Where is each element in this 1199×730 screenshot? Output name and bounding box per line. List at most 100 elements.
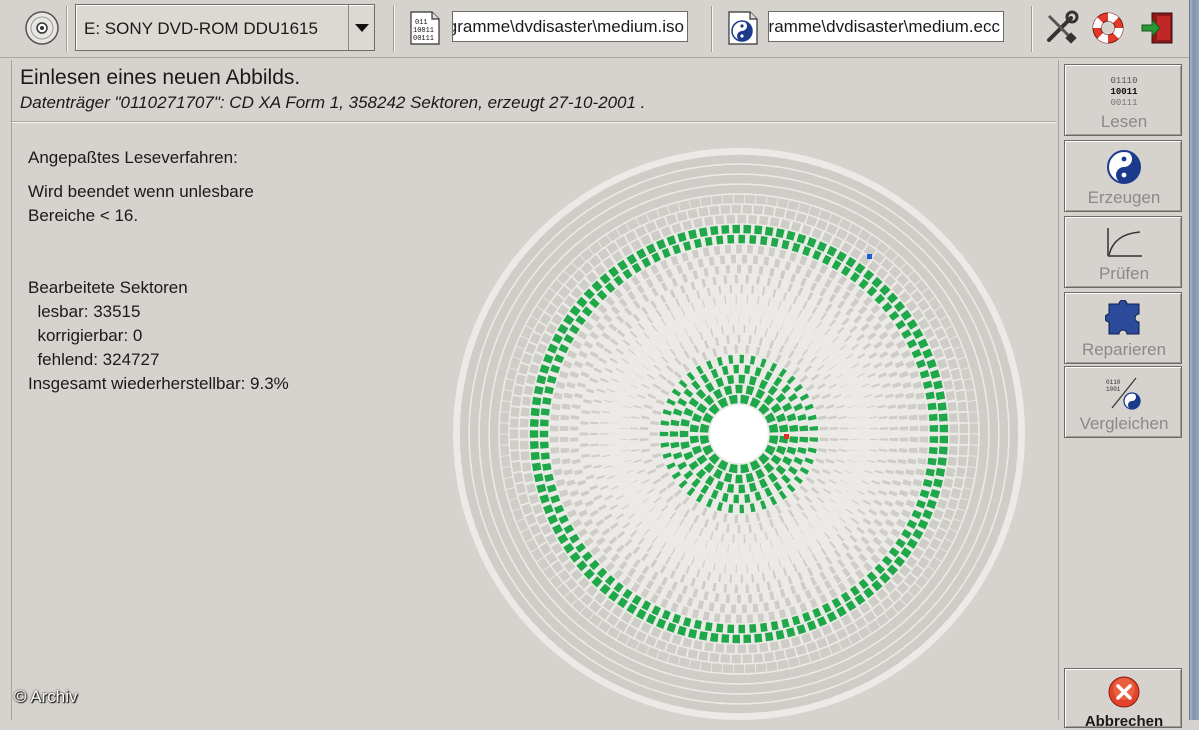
sector-block [590,433,598,435]
sector-block [734,515,738,524]
sector-block [775,650,786,660]
sector-block [880,438,888,440]
sector-block [721,225,729,234]
sector-block [959,413,968,423]
image-file-field[interactable]: C:\Programme\dvdisaster\medium.iso [452,11,688,42]
sector-block [550,426,559,432]
sector-block [739,375,746,384]
sector-block [532,397,542,406]
sector-block [753,255,759,264]
sector-block [978,401,988,413]
sector-block [741,285,743,293]
sector-block [950,435,959,444]
repair-button[interactable]: Reparieren [1064,292,1182,364]
cd-icon[interactable] [22,8,62,48]
left-frame [0,60,12,720]
create-button[interactable]: Erzeugen [1064,140,1182,212]
sector-block [709,206,719,215]
sector-block [746,694,759,703]
sector-block [500,412,509,423]
drive-select[interactable]: E: SONY DVD-ROM DDU1615 [75,4,375,51]
sector-block [736,245,742,253]
sector-block [480,434,489,446]
image-file-icon[interactable]: 011 10011 00111 [406,9,444,47]
sector-block [919,414,928,420]
sector-block [739,185,750,194]
sector-block [738,215,747,224]
sector-block [745,664,756,673]
sector-block [734,195,744,203]
puzzle-icon [1065,299,1183,339]
sector-block [714,246,721,255]
missing-sectors: fehlend: 324727 [28,348,289,372]
stop-condition-line1: Wird beendet wenn unlesbare [28,180,289,204]
sector-block [722,684,734,693]
sector-block [989,444,998,457]
sector-block [749,235,756,244]
sector-block [490,445,499,457]
sector-block [710,226,718,235]
sector-block [550,414,559,420]
sector-block [1000,422,1009,435]
sector-block [735,275,738,284]
recoverable-percentage: Insgesamt wiederherstellbar: 9.3% [28,372,289,396]
sector-block [530,441,539,449]
read-button[interactable]: 01110 10011 00111 Lesen [1064,64,1182,136]
sector-block [481,455,491,468]
sector-block [759,643,768,652]
ecc-file-field[interactable]: C:\Programme\dvdisaster\medium.ecc [768,11,1004,42]
sector-block [570,426,579,430]
sector-block [721,634,729,643]
sector-block [979,445,988,457]
sector-block [740,355,745,364]
processed-sectors-heading: Bearbeitete Sektoren [28,276,289,300]
sector-block [890,427,899,430]
sector-block [979,412,988,424]
sector-block [712,663,723,672]
svg-text:10011: 10011 [1110,87,1138,97]
sector-block [717,185,729,194]
sector-block [511,407,520,417]
sector-block [530,430,538,438]
sector-block [727,235,734,244]
sector-block [501,401,511,412]
compare-button[interactable]: 0110 1001 Vergleichen [1064,366,1182,438]
sector-block [880,427,888,429]
toolbar-separator [711,6,713,52]
ecc-file-icon[interactable] [724,9,762,47]
sector-block [766,197,777,207]
sector-block [990,434,999,446]
svg-text:10011: 10011 [413,27,434,35]
sector-block [756,663,767,672]
sector-block [698,207,709,217]
sector-block [521,407,530,416]
chevron-down-icon[interactable] [348,5,374,50]
sector-block [739,545,740,553]
sector-block [799,437,808,443]
verify-button[interactable]: Prüfen [1064,216,1182,288]
exit-icon[interactable] [1137,7,1179,49]
sector-block [660,432,668,436]
sector-block [958,402,967,412]
cancel-button[interactable]: Abbrechen [1064,668,1182,728]
sector-block [731,255,736,264]
sector-block [728,185,739,194]
sector-block [739,315,740,323]
sector-block [750,185,762,194]
sector-block [748,594,752,603]
stop-condition-line2: Bereiche < 16. [28,204,289,228]
sector-block [693,218,703,228]
sector-block [540,431,548,438]
sector-block [929,414,938,421]
error-sector-marker [784,434,789,439]
tools-icon[interactable] [1040,7,1082,49]
create-button-label: Erzeugen [1065,188,1183,208]
sector-block [520,441,529,450]
read-method-label: Angepaßtes Leseverfahren: [28,146,289,170]
lifebuoy-icon[interactable] [1087,7,1129,49]
sector-block [919,447,928,453]
sector-block [734,665,744,673]
sector-block [799,425,808,431]
sector-block [700,197,711,207]
sector-block [746,585,750,594]
